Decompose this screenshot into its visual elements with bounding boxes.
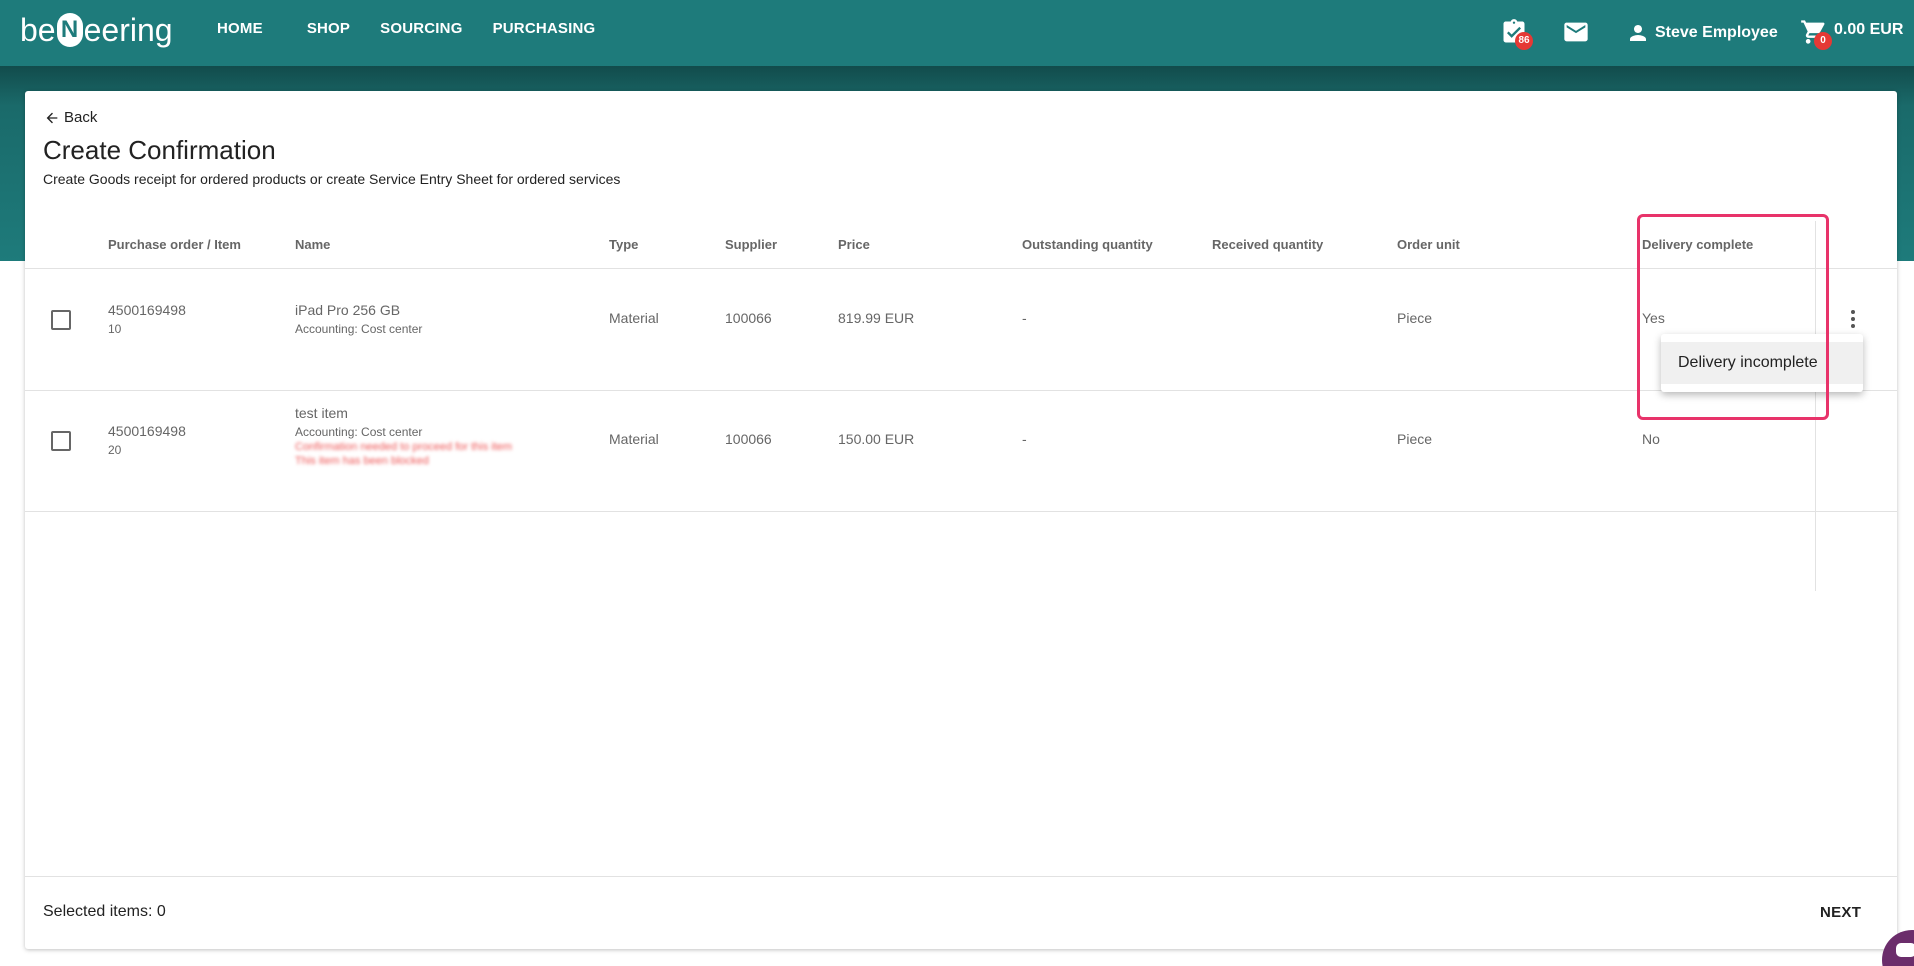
item-price: 150.00 EUR <box>838 431 915 447</box>
order-unit: Piece <box>1397 431 1433 447</box>
supplier-id: 100066 <box>725 310 772 326</box>
row-checkbox[interactable] <box>51 431 71 451</box>
delivery-complete-value: No <box>1642 431 1660 447</box>
user-name: Steve Employee <box>1655 24 1778 41</box>
po-item: 20 <box>108 443 122 457</box>
po-item: 10 <box>108 322 122 336</box>
card-footer: Selected items: 0 NEXT <box>25 876 1897 949</box>
person-icon <box>1630 25 1646 41</box>
top-app-bar: be Neering HOME SHOP SOURCING PURCHASING … <box>0 0 1914 66</box>
tasks-button[interactable]: 86 <box>1500 18 1533 50</box>
logo-mark: N <box>56 13 83 47</box>
next-button[interactable]: NEXT <box>1820 904 1861 921</box>
main-nav: HOME SHOP SOURCING PURCHASING <box>217 20 625 37</box>
cart-button[interactable]: 0 <box>1800 18 1832 50</box>
logo-text-post: eering <box>83 11 173 48</box>
col-received-quantity[interactable]: Received quantity <box>1212 237 1323 252</box>
more-vert-icon[interactable] <box>1849 308 1857 330</box>
outstanding-quantity: - <box>1022 310 1027 326</box>
app-logo[interactable]: be Neering <box>20 10 173 50</box>
outstanding-quantity: - <box>1022 431 1027 447</box>
back-label: Back <box>64 109 98 126</box>
item-type: Material <box>609 310 659 326</box>
back-link[interactable]: Back <box>44 109 97 126</box>
nav-home[interactable]: HOME <box>217 20 263 37</box>
confirmation-card: Back Create Confirmation Create Goods re… <box>25 91 1897 949</box>
nav-shop[interactable]: SHOP <box>307 20 350 37</box>
table-row: 4500169498 10 iPad Pro 256 GB Accounting… <box>25 270 1897 391</box>
col-name[interactable]: Name <box>295 237 330 252</box>
col-outstanding-quantity[interactable]: Outstanding quantity <box>1022 237 1153 252</box>
cart-badge: 0 <box>1814 32 1832 50</box>
chat-icon <box>1896 943 1914 957</box>
col-purchase-order[interactable]: Purchase order / Item <box>108 237 241 252</box>
col-price[interactable]: Price <box>838 237 870 252</box>
col-type[interactable]: Type <box>609 237 638 252</box>
order-unit: Piece <box>1397 310 1433 326</box>
accounting-info: Accounting: Cost center <box>295 425 423 439</box>
accounting-info: Accounting: Cost center <box>295 322 423 336</box>
table-header: Purchase order / Item Name Type Supplier… <box>25 221 1897 269</box>
col-supplier[interactable]: Supplier <box>725 237 777 252</box>
page-title: Create Confirmation <box>43 135 276 165</box>
arrow-back-icon <box>46 112 58 123</box>
nav-sourcing[interactable]: SOURCING <box>380 20 462 37</box>
highlight-box <box>1637 214 1829 420</box>
tasks-badge: 86 <box>1515 32 1533 50</box>
mail-icon <box>1564 22 1588 42</box>
page-subtitle: Create Goods receipt for ordered product… <box>43 171 621 187</box>
table-row: 4500169498 20 test item Accounting: Cost… <box>25 391 1897 512</box>
selected-items-count: Selected items: 0 <box>43 903 166 920</box>
item-name: iPad Pro 256 GB <box>295 302 401 318</box>
logo-text-pre: be <box>20 11 56 48</box>
warning-text: Confirmation needed to proceed for this … <box>295 441 513 453</box>
row-checkbox[interactable] <box>51 310 71 330</box>
item-name: test item <box>295 405 348 421</box>
cart-total: 0.00 EUR <box>1834 21 1904 38</box>
nav-purchasing[interactable]: PURCHASING <box>493 20 596 37</box>
item-type: Material <box>609 431 659 447</box>
mail-button[interactable] <box>1562 18 1590 46</box>
po-number: 4500169498 <box>108 302 186 318</box>
col-order-unit[interactable]: Order unit <box>1397 237 1460 252</box>
user-menu[interactable]: Steve Employee <box>1626 21 1778 45</box>
warning-text: This item has been blocked <box>295 455 429 467</box>
item-price: 819.99 EUR <box>838 310 915 326</box>
supplier-id: 100066 <box>725 431 772 447</box>
po-number: 4500169498 <box>108 423 186 439</box>
